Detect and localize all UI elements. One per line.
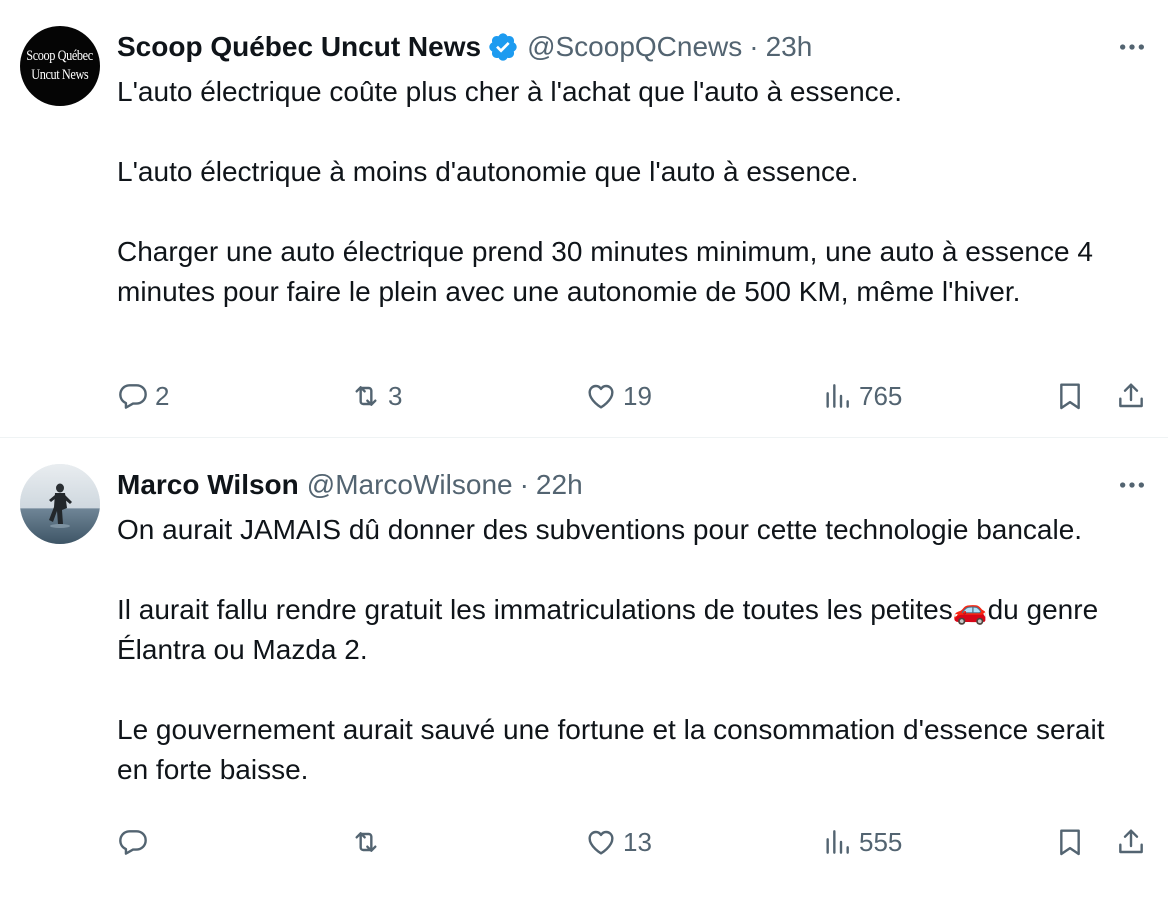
tweet[interactable]: Marco Wilson @MarcoWilsone · 22h On aura…: [0, 438, 1168, 904]
more-button[interactable]: [1112, 30, 1152, 64]
tweet-paragraph: Charger une auto électrique prend 30 min…: [117, 236, 1093, 307]
tweet-header: Scoop Québec Uncut News @ScoopQCnews · 2…: [117, 30, 812, 64]
bookmark-icon: [1060, 829, 1080, 856]
like-icon: [588, 830, 614, 855]
share-button[interactable]: [1115, 822, 1147, 862]
tweet[interactable]: Scoop Québec Uncut News Scoop Québec Unc…: [0, 0, 1168, 438]
more-icon: [1120, 44, 1144, 50]
tweet-text: L'auto électrique coûte plus cher à l'ac…: [117, 72, 1137, 312]
tweet-paragraph: L'auto électrique à moins d'autonomie qu…: [117, 156, 859, 187]
like-icon: [588, 384, 614, 409]
reply-icon: [119, 830, 147, 855]
bookmark-button[interactable]: [1054, 376, 1086, 416]
author-name[interactable]: Scoop Québec Uncut News: [117, 31, 481, 63]
repost-icon: [355, 386, 377, 406]
bookmark-button[interactable]: [1054, 822, 1086, 862]
like-count: 13: [623, 826, 652, 857]
share-icon: [1119, 829, 1143, 854]
tweet-paragraph: On aurait JAMAIS dû donner des subventio…: [117, 514, 1083, 545]
reply-button[interactable]: [117, 822, 155, 862]
timestamp[interactable]: 23h: [766, 31, 813, 63]
views-icon: [826, 384, 849, 408]
repost-count: 3: [388, 380, 403, 411]
share-icon: [1119, 383, 1143, 408]
views-count: 765: [859, 380, 903, 411]
tweet-text: On aurait JAMAIS dû donner des subventio…: [117, 510, 1137, 790]
share-button[interactable]: [1115, 376, 1147, 416]
timestamp[interactable]: 22h: [536, 469, 583, 501]
views-icon: [826, 830, 849, 854]
author-handle[interactable]: @ScoopQCnews: [527, 31, 742, 63]
avatar[interactable]: [20, 464, 100, 544]
like-count: 19: [623, 380, 652, 411]
repost-button[interactable]: 3: [350, 376, 402, 416]
action-bar: 13 555: [117, 822, 1168, 862]
author-handle[interactable]: @MarcoWilsone: [307, 469, 513, 501]
avatar-text: Scoop Québec: [26, 48, 94, 64]
repost-button[interactable]: [350, 822, 388, 862]
views-button[interactable]: 555: [821, 822, 902, 862]
avatar[interactable]: Scoop Québec Uncut News: [20, 26, 100, 106]
repost-icon: [355, 832, 377, 852]
like-button[interactable]: 19: [585, 376, 652, 416]
bookmark-icon: [1060, 383, 1080, 410]
tweet-paragraph: Il aurait fallu rendre gratuit les immat…: [117, 594, 1099, 665]
separator: ·: [749, 31, 759, 62]
verified-badge-icon: [489, 33, 517, 61]
author-name[interactable]: Marco Wilson: [117, 469, 299, 501]
more-icon: [1120, 482, 1144, 488]
views-count: 555: [859, 826, 903, 857]
avatar-text: Uncut News: [31, 67, 89, 83]
reply-count: 2: [155, 380, 170, 411]
tweet-header: Marco Wilson @MarcoWilsone · 22h: [117, 468, 583, 502]
views-button[interactable]: 765: [821, 376, 902, 416]
like-button[interactable]: 13: [585, 822, 652, 862]
avatar-photo-image: [20, 464, 100, 544]
separator: ·: [519, 469, 529, 500]
reply-icon: [119, 384, 147, 409]
tweet-paragraph: L'auto électrique coûte plus cher à l'ac…: [117, 76, 902, 107]
action-bar: 2 3 19 765: [117, 376, 1168, 416]
tweet-paragraph: Le gouvernement aurait sauvé une fortune…: [117, 714, 1105, 785]
more-button[interactable]: [1112, 468, 1152, 502]
reply-button[interactable]: 2: [117, 376, 169, 416]
